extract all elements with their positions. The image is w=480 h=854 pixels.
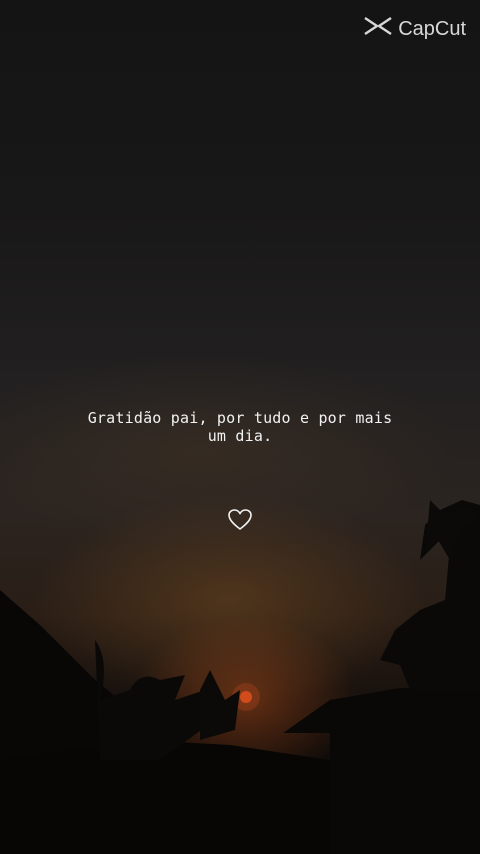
capcut-logo-icon	[362, 14, 394, 44]
heart-outline-icon	[227, 508, 253, 532]
caption-text: Gratidão pai, por tudo e por mais um dia…	[0, 409, 480, 445]
caption-line-2: um dia.	[207, 427, 273, 445]
capcut-watermark: CapCut	[362, 14, 466, 44]
capcut-brand-label: CapCut	[398, 17, 466, 40]
caption-line-1: Gratidão pai, por tudo e por mais	[87, 409, 393, 427]
